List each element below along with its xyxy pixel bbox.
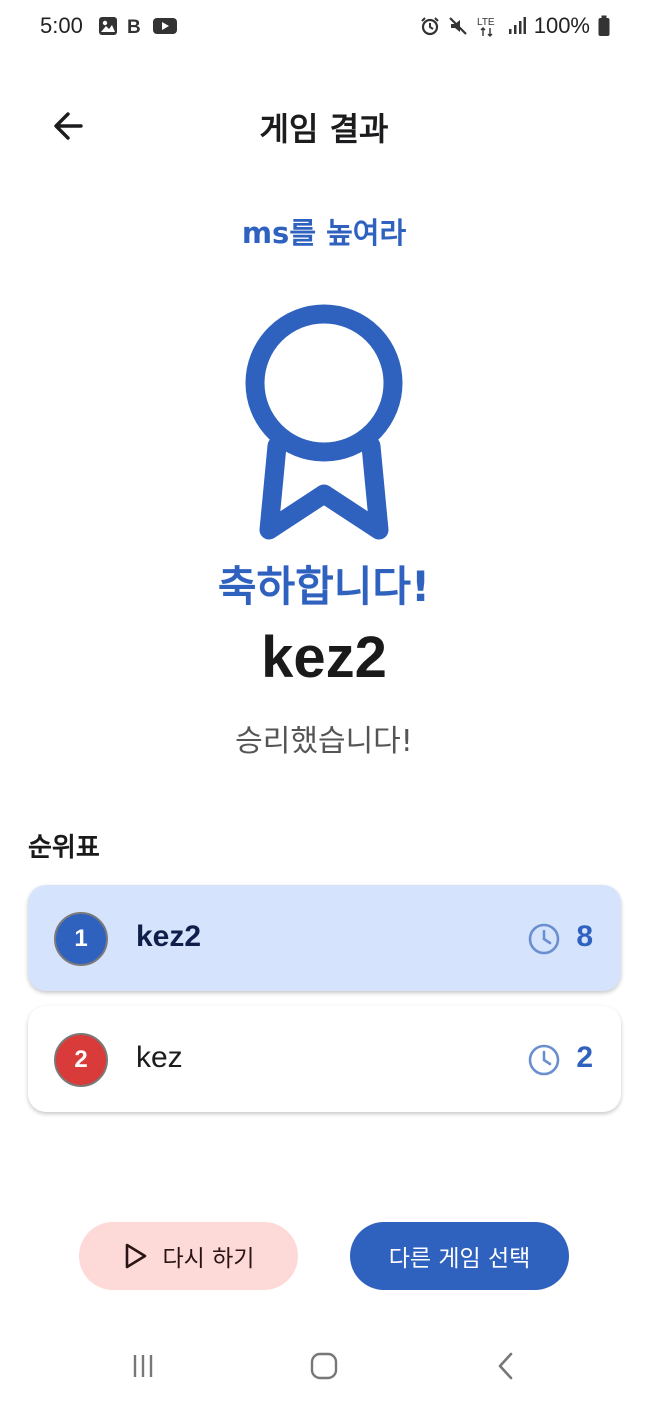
lte-icon: LTE: [477, 17, 495, 37]
game-name: ms를 높여라: [241, 216, 407, 250]
system-back-button[interactable]: [486, 1346, 526, 1386]
player-name: kez: [136, 1041, 183, 1074]
mute-icon: [448, 17, 467, 35]
youtube-icon: [153, 18, 177, 34]
recent-apps-icon: [133, 1355, 153, 1377]
choose-other-game-button[interactable]: 다른 게임 선택: [350, 1222, 569, 1290]
clock-icon: [528, 1044, 560, 1076]
winner-subtitle: 승리했습니다!: [235, 724, 413, 759]
gallery-icon: [99, 17, 117, 35]
choose-other-game-label: 다른 게임 선택: [388, 1246, 531, 1272]
clock-icon: [528, 923, 560, 955]
b-icon: B: [127, 17, 141, 36]
svg-text:LTE: LTE: [477, 17, 495, 28]
rank-badge: 2: [54, 1033, 108, 1087]
back-nav-icon: [498, 1352, 513, 1380]
battery-percent: 100%: [533, 13, 590, 38]
ranking-row: 1 kez2 8: [28, 885, 621, 991]
app-bar: 게임 결과: [0, 80, 648, 172]
player-score: 8: [576, 920, 593, 953]
ranking-list: 1 kez2 8 2 kez 2: [28, 885, 621, 1127]
home-button[interactable]: [304, 1346, 344, 1386]
player-score: 2: [576, 1041, 593, 1074]
ranking-row: 2 kez 2: [28, 1006, 621, 1112]
award-ribbon-icon: [245, 304, 403, 540]
play-icon: [125, 1243, 146, 1269]
battery-icon: [598, 15, 610, 36]
status-right: LTE 100%: [420, 13, 610, 39]
home-icon: [310, 1352, 338, 1380]
status-time: 5:00: [40, 13, 83, 38]
signal-icon: [508, 17, 526, 34]
svg-text:B: B: [127, 17, 141, 36]
player-name: kez2: [136, 920, 202, 953]
retry-button[interactable]: 다시 하기: [79, 1222, 298, 1290]
rank-badge: 1: [54, 912, 108, 966]
alarm-icon: [421, 17, 439, 36]
status-left-icons: B: [98, 16, 178, 36]
page-title: 게임 결과: [259, 110, 389, 148]
retry-label: 다시 하기: [162, 1246, 255, 1272]
congrats-text: 축하합니다!: [217, 562, 431, 611]
status-bar: 5:00 B LTE 100%: [0, 0, 648, 56]
recent-apps-button[interactable]: [123, 1346, 163, 1386]
leaderboard-title: 순위표: [28, 833, 100, 863]
winner-name: kez2: [261, 625, 387, 690]
navigation-bar: [0, 1330, 648, 1404]
